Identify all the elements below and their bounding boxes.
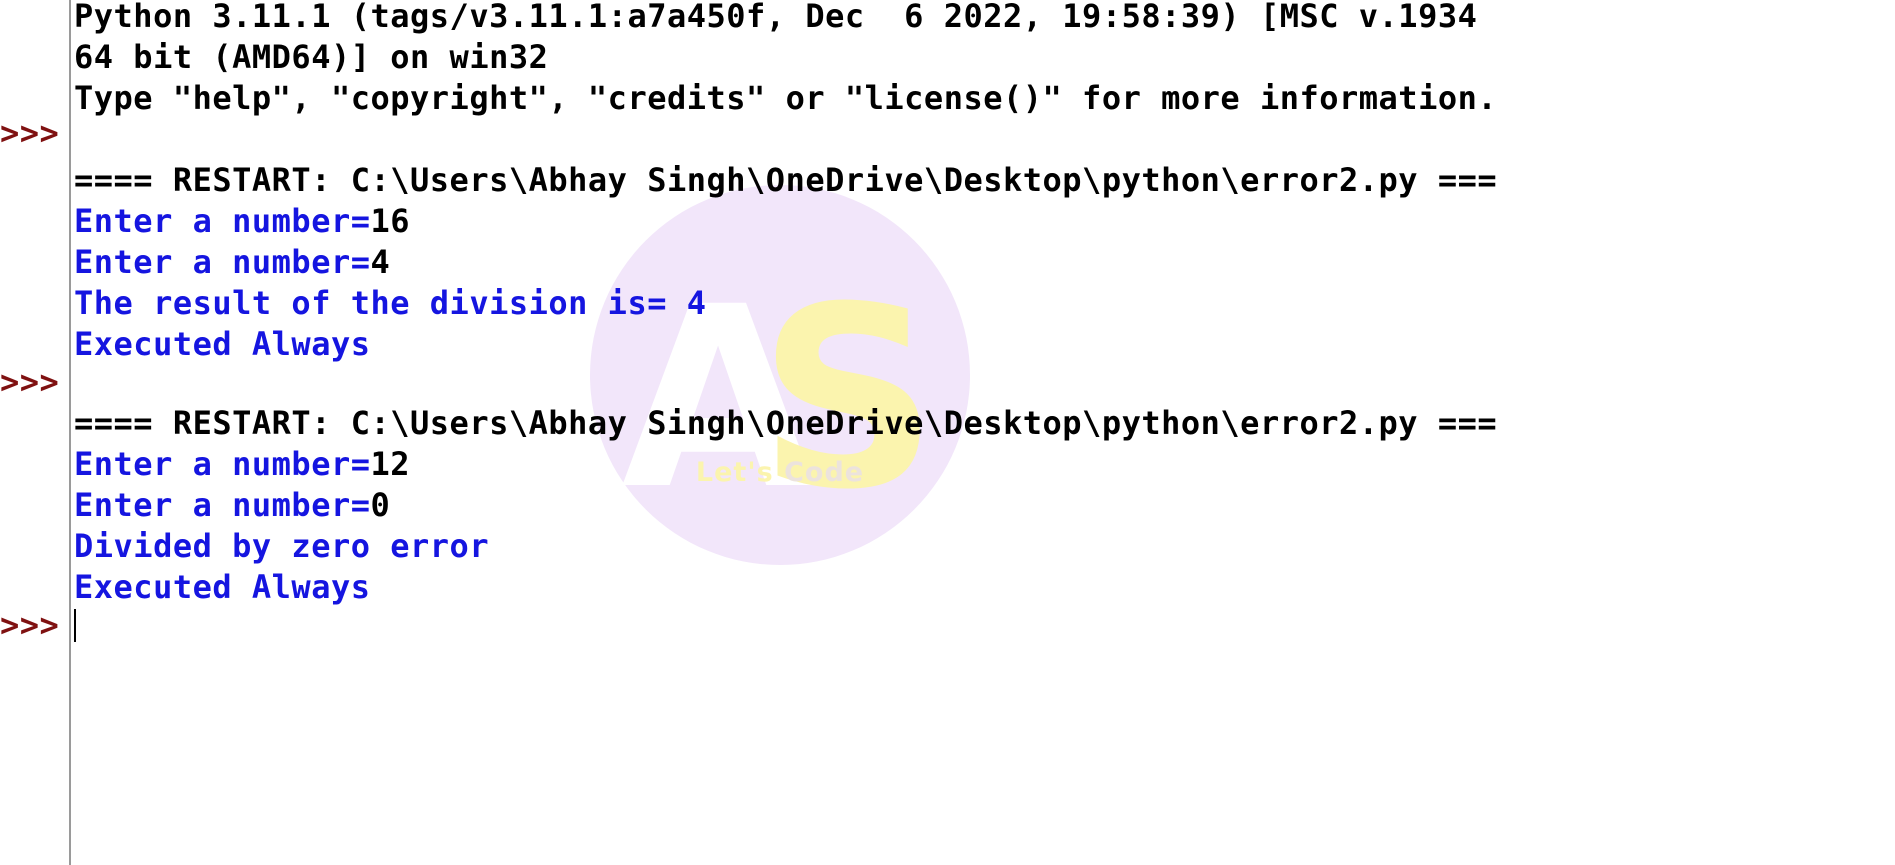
run2-input-value-1: 12 xyxy=(370,445,411,483)
banner-line-2: 64 bit (AMD64)] on win32 xyxy=(74,38,549,76)
run1-input-line-1: Enter a number=16 xyxy=(74,201,410,241)
run2-input-label-1: Enter a number= xyxy=(74,445,371,483)
run1-finally-line: Executed Always xyxy=(74,325,371,363)
console-output-area[interactable]: Python 3.11.1 (tags/v3.11.1:a7a450f, Dec… xyxy=(0,0,1895,865)
banner-line-1: Python 3.11.1 (tags/v3.11.1:a7a450f, Dec… xyxy=(74,0,1478,35)
banner-line-3: Type "help", "copyright", "credits" or "… xyxy=(74,79,1498,117)
run2-finally-line: Executed Always xyxy=(74,568,371,606)
run2-input-line-2: Enter a number=0 xyxy=(74,485,390,525)
run2-error-line: Divided by zero error xyxy=(74,527,490,565)
run2-input-value-2: 0 xyxy=(370,486,391,524)
run2-input-line-1: Enter a number=12 xyxy=(74,444,410,484)
idle-shell-window[interactable]: A S Let's Code Python 3.11.1 (tags/v3.11… xyxy=(0,0,1895,865)
run1-input-label-1: Enter a number= xyxy=(74,202,371,240)
run1-input-label-2: Enter a number= xyxy=(74,243,371,281)
prompt-2[interactable]: >>> xyxy=(0,362,59,402)
run1-input-value-2: 4 xyxy=(370,243,391,281)
caret-bar-icon xyxy=(74,609,76,642)
restart-banner-1: ==== RESTART: C:\Users\Abhay Singh\OneDr… xyxy=(74,161,1498,199)
restart-banner-2: ==== RESTART: C:\Users\Abhay Singh\OneDr… xyxy=(74,404,1498,442)
text-caret[interactable] xyxy=(74,605,76,645)
run1-input-value-1: 16 xyxy=(370,202,411,240)
prompt-1[interactable]: >>> xyxy=(0,113,59,153)
run1-result-line: The result of the division is= 4 xyxy=(74,284,707,322)
run1-input-line-2: Enter a number=4 xyxy=(74,242,390,282)
prompt-3[interactable]: >>> xyxy=(0,605,59,645)
run2-input-label-2: Enter a number= xyxy=(74,486,371,524)
